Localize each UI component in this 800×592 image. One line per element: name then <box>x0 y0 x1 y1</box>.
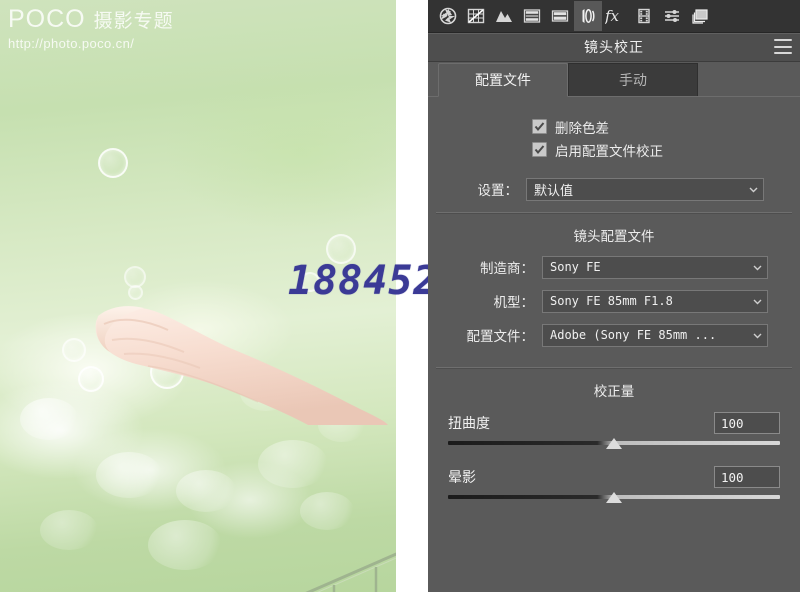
slider-vignetting-value: 100 <box>721 469 744 485</box>
profile-label: 配置文件： <box>466 329 535 344</box>
bokeh-spot <box>96 452 162 498</box>
bokeh-spot <box>258 440 328 488</box>
bokeh-spot <box>20 398 78 440</box>
model-field: 机型： Sony FE 85mm F1.8 <box>438 287 768 315</box>
bokeh-spot <box>240 375 292 411</box>
slider-vignetting-header: 晕影 100 <box>448 464 780 490</box>
model-select[interactable]: Sony FE 85mm F1.8 <box>542 289 768 313</box>
overlay-number: 188452 <box>288 258 428 304</box>
slider-distortion-track[interactable] <box>448 438 780 449</box>
correction-section-title: 校正量 <box>593 384 635 399</box>
basic-aperture-icon[interactable] <box>434 1 462 31</box>
menu-line <box>774 39 792 41</box>
soap-bubble <box>98 148 128 178</box>
hand-subject <box>95 306 388 425</box>
menu-line <box>774 52 792 54</box>
lens-correction-icon[interactable] <box>574 1 602 31</box>
tab-manual-label: 手动 <box>619 72 647 88</box>
checkbox-label-enable-profile-corrections: 启用配置文件校正 <box>555 143 663 159</box>
watermark-url: http://photo.poco.cn/ <box>8 36 135 51</box>
check-icon <box>534 145 545 155</box>
manufacturer-label: 制造商： <box>480 261 534 276</box>
tab-manual[interactable]: 手动 <box>568 63 698 96</box>
profile-select[interactable]: Adobe (Sony FE 85mm ... <box>542 323 768 347</box>
slider-vignetting-handle[interactable] <box>606 492 622 503</box>
panel-title-text: 镜头校正 <box>584 39 644 55</box>
checkbox-row-enable-profile-corrections[interactable]: 启用配置文件校正 <box>532 138 800 161</box>
settings-select[interactable]: 默认值 <box>526 177 764 201</box>
lens-profile-section-title: 镜头配置文件 <box>573 229 655 244</box>
settings-field: 设置： 默认值 <box>456 175 764 203</box>
image-preview-pane: POCO 摄影专题 http://photo.poco.cn/ 188452 <box>0 0 428 592</box>
hamburger-menu-icon[interactable] <box>774 39 792 54</box>
settings-value: 默认值 <box>534 182 574 198</box>
soap-bubble <box>128 285 143 300</box>
checkbox-remove-chromatic-aberration[interactable] <box>532 119 547 134</box>
panel-toolbar: fx <box>428 0 800 33</box>
slider-vignetting-track[interactable] <box>448 492 780 503</box>
profile-value: Adobe (Sony FE 85mm ... <box>550 328 717 342</box>
slider-vignetting-value-input[interactable]: 100 <box>714 466 780 488</box>
manufacturer-select[interactable]: Sony FE <box>542 255 768 279</box>
watermark-brand-text: POCO <box>8 5 86 33</box>
bokeh-spot <box>176 470 236 512</box>
slider-distortion: 扭曲度 100 <box>448 410 780 449</box>
bokeh-spot <box>300 492 354 530</box>
check-icon <box>534 122 545 132</box>
checkbox-label-remove-chromatic-aberration: 删除色差 <box>555 120 609 136</box>
soap-bubble <box>150 355 184 389</box>
chevron-down-icon <box>753 265 762 270</box>
chevron-down-icon <box>753 299 762 304</box>
manufacturer-value: Sony FE <box>550 260 601 274</box>
menu-line <box>774 45 792 48</box>
manufacturer-field: 制造商： Sony FE <box>438 253 768 281</box>
checkbox-enable-profile-corrections[interactable] <box>532 142 547 157</box>
panel-header: 镜头校正 <box>428 33 800 62</box>
tab-profile-label: 配置文件 <box>475 72 531 88</box>
detail-icon[interactable] <box>490 1 518 31</box>
watermark-brand-cn: 摄影专题 <box>93 11 174 32</box>
watermark: POCO 摄影专题 http://photo.poco.cn/ <box>8 6 208 52</box>
railing <box>305 552 396 592</box>
bokeh-spot <box>40 510 98 550</box>
tab-profile[interactable]: 配置文件 <box>438 63 568 97</box>
profile-field: 配置文件： Adobe (Sony FE 85mm ... <box>438 321 768 349</box>
slider-vignetting-label: 晕影 <box>448 469 476 485</box>
chevron-down-icon <box>753 333 762 338</box>
slider-distortion-label: 扭曲度 <box>448 415 490 431</box>
watermark-brand: POCO 摄影专题 <box>8 6 208 35</box>
divider <box>436 212 792 214</box>
slider-distortion-value-input[interactable]: 100 <box>714 412 780 434</box>
slider-distortion-value: 100 <box>721 415 744 431</box>
slider-vignetting: 晕影 100 <box>448 464 780 503</box>
application-window: POCO 摄影专题 http://photo.poco.cn/ 188452 f… <box>0 0 800 592</box>
slider-distortion-header: 扭曲度 100 <box>448 410 780 436</box>
soap-bubble <box>62 338 86 362</box>
effects-fx-icon[interactable]: fx <box>602 1 630 31</box>
tone-curve-icon[interactable] <box>462 1 490 31</box>
svg-text:fx: fx <box>605 7 620 25</box>
soap-bubble <box>78 366 104 392</box>
camera-calibration-icon[interactable] <box>630 1 658 31</box>
settings-label: 设置： <box>477 183 519 198</box>
hsl-grayscale-icon[interactable] <box>518 1 546 31</box>
split-toning-icon[interactable] <box>546 1 574 31</box>
bokeh-spot <box>318 408 366 442</box>
chevron-down-icon <box>749 187 758 192</box>
panel-tabs: 配置文件 手动 <box>428 62 800 97</box>
presets-icon[interactable] <box>658 1 686 31</box>
checkbox-row-remove-chromatic-aberration[interactable]: 删除色差 <box>532 115 800 138</box>
camera-raw-panel: fx 镜头校正 配置文件 手动 删除色差 启用配置文件校正 设置： 默认值 镜头… <box>428 0 800 592</box>
slider-distortion-handle[interactable] <box>606 438 622 449</box>
model-value: Sony FE 85mm F1.8 <box>550 294 673 308</box>
bokeh-spot <box>148 520 222 570</box>
model-label: 机型： <box>493 295 535 310</box>
divider <box>436 367 792 369</box>
snapshots-icon[interactable] <box>686 1 714 31</box>
